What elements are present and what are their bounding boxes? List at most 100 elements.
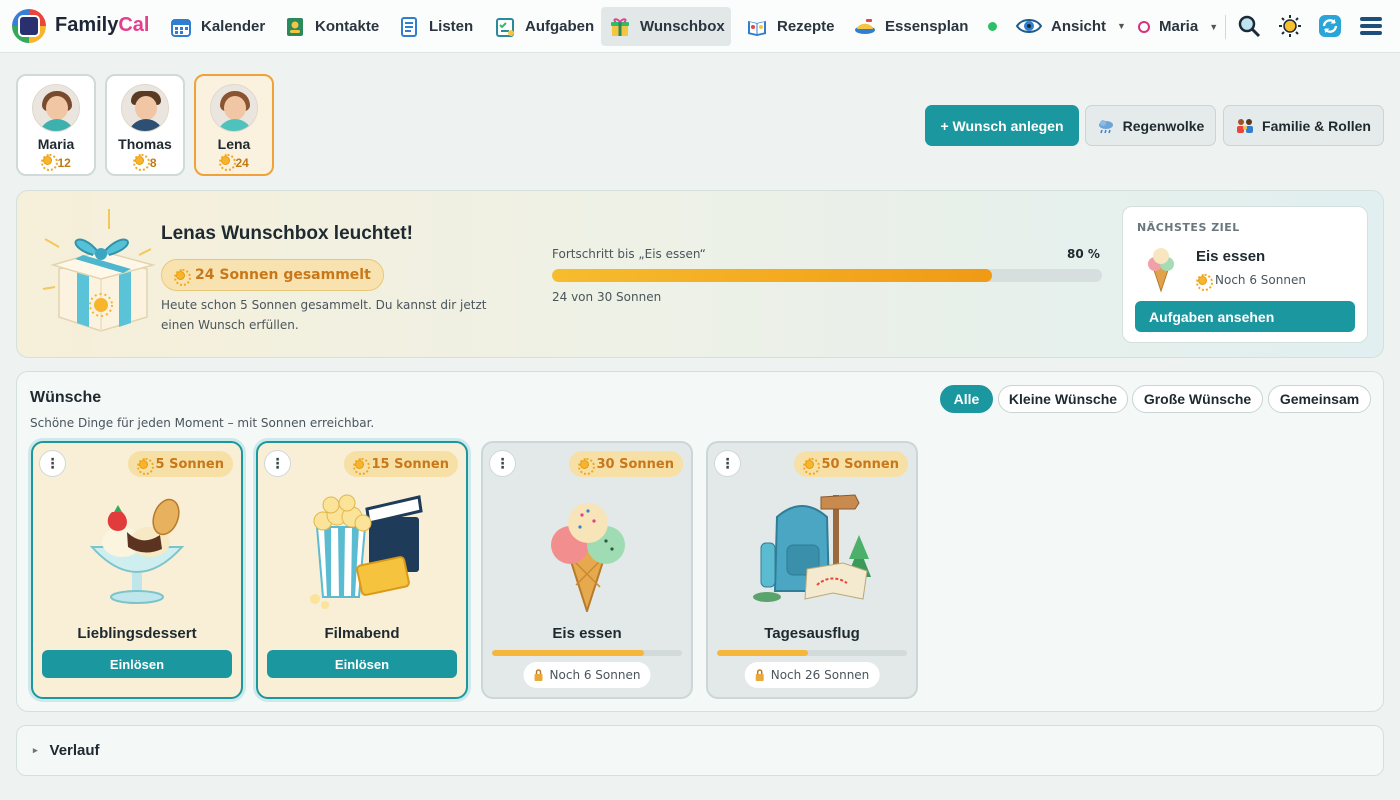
avatar bbox=[210, 84, 258, 132]
filter-chip-gemeinsam[interactable]: Gemeinsam bbox=[1268, 385, 1371, 413]
wish-title: Lieblingsdessert bbox=[77, 625, 197, 642]
sun-icon bbox=[577, 457, 595, 475]
progress-bar bbox=[552, 269, 1102, 282]
profile-card-maria[interactable]: Maria 12 bbox=[16, 74, 96, 176]
nav-item-kalender[interactable]: Kalender bbox=[162, 7, 273, 46]
card-menu-button[interactable]: ⋮ bbox=[264, 450, 291, 477]
sun-icon bbox=[219, 154, 237, 171]
user-dropdown[interactable]: Maria ▼ bbox=[1130, 7, 1226, 46]
nav-item-kontakte[interactable]: Kontakte bbox=[276, 7, 387, 46]
filter-chip-alle[interactable]: Alle bbox=[940, 385, 993, 413]
menu-button[interactable] bbox=[1358, 13, 1384, 39]
sun-icon bbox=[174, 268, 191, 286]
search-button[interactable] bbox=[1236, 13, 1262, 39]
sync-button[interactable] bbox=[1317, 13, 1343, 39]
profile-card-lena[interactable]: Lena 24 bbox=[194, 74, 274, 176]
tasks-icon bbox=[494, 16, 516, 38]
next-goal-name: Eis essen bbox=[1196, 248, 1266, 265]
wish-card-lieblingsdessert[interactable]: ⋮ 5 Sonnen Lieblingsdessert Einlösen bbox=[31, 441, 243, 699]
wish-title: Eis essen bbox=[552, 625, 622, 642]
sync-icon bbox=[1319, 15, 1341, 37]
wishes-title: Wünsche bbox=[30, 389, 102, 406]
sun-icon bbox=[133, 154, 151, 171]
card-menu-button[interactable]: ⋮ bbox=[489, 450, 516, 477]
profile-card-thomas[interactable]: Thomas 8 bbox=[105, 74, 185, 176]
more-vertical-icon: ⋮ bbox=[45, 455, 60, 472]
sundae-icon bbox=[72, 487, 202, 612]
profile-score: 24 bbox=[196, 154, 272, 171]
wish-card-filmabend[interactable]: ⋮ 15 Sonnen Filmabend Einlösen bbox=[256, 441, 468, 699]
theme-toggle-button[interactable] bbox=[1277, 13, 1303, 39]
backpack-icon bbox=[747, 487, 877, 612]
top-nav: FamilyCal Kalender Kontakte Listen Aufga… bbox=[0, 0, 1400, 53]
wish-cost-badge: 15 Sonnen bbox=[343, 451, 458, 477]
wish-card-eis-essen[interactable]: ⋮ 30 Sonnen Eis essen Noch 6 Sonnen bbox=[481, 441, 693, 699]
online-status-dot bbox=[988, 22, 997, 31]
view-dropdown[interactable]: Ansicht ▼ bbox=[1008, 6, 1134, 46]
rain-cloud-button[interactable]: Regenwolke bbox=[1085, 105, 1216, 146]
more-vertical-icon: ⋮ bbox=[720, 455, 735, 472]
profile-name: Lena bbox=[217, 136, 251, 152]
more-vertical-icon: ⋮ bbox=[495, 455, 510, 472]
family-roles-label: Familie & Rollen bbox=[1262, 117, 1371, 134]
search-icon bbox=[1238, 15, 1261, 38]
next-goal-heading: NÄCHSTES ZIEL bbox=[1137, 221, 1240, 234]
add-wish-button[interactable]: + Wunsch anlegen bbox=[925, 105, 1079, 146]
wishes-subtitle: Schöne Dinge für jeden Moment – mit Sonn… bbox=[30, 416, 375, 430]
filter-chip-grosse-wuensche[interactable]: Große Wünsche bbox=[1132, 385, 1263, 413]
nav-divider bbox=[1225, 15, 1226, 39]
redeem-button[interactable]: Einlösen bbox=[42, 650, 232, 678]
card-menu-button[interactable]: ⋮ bbox=[714, 450, 741, 477]
wish-card-tagesausflug[interactable]: ⋮ 50 Sonnen Tagesausflug Noch 26 Sonnen bbox=[706, 441, 918, 699]
next-goal-need: Noch 6 Sonnen bbox=[1196, 273, 1306, 291]
wish-progress-fill bbox=[717, 650, 809, 656]
nav-label: Essensplan bbox=[885, 18, 969, 35]
meal-plan-icon bbox=[854, 16, 876, 38]
sun-icon bbox=[136, 457, 154, 475]
chevron-down-icon: ▼ bbox=[1209, 21, 1219, 32]
filter-chip-kleine-wuensche[interactable]: Kleine Wünsche bbox=[998, 385, 1128, 413]
profile-name: Maria bbox=[37, 136, 75, 152]
lock-icon bbox=[534, 669, 543, 681]
family-icon bbox=[1237, 118, 1254, 133]
history-accordion[interactable]: ▸ Verlauf bbox=[16, 725, 1384, 776]
next-goal-card: NÄCHSTES ZIEL Eis essen Noch 6 Sonnen Au… bbox=[1122, 206, 1368, 343]
profile-score: 8 bbox=[107, 154, 183, 171]
nav-item-listen[interactable]: Listen bbox=[390, 7, 481, 46]
wish-cost-badge: 50 Sonnen bbox=[793, 451, 908, 477]
list-icon bbox=[398, 16, 420, 38]
nav-item-rezepte[interactable]: Rezepte bbox=[738, 7, 843, 46]
calendar-icon bbox=[170, 16, 192, 38]
nav-item-aufgaben[interactable]: Aufgaben bbox=[486, 7, 602, 46]
wish-need-badge: Noch 26 Sonnen bbox=[744, 662, 880, 688]
nav-item-essensplan[interactable]: Essensplan bbox=[846, 7, 976, 46]
avatar bbox=[121, 84, 169, 132]
card-menu-button[interactable]: ⋮ bbox=[39, 450, 66, 477]
sun-icon bbox=[1196, 273, 1213, 291]
lock-icon bbox=[755, 669, 764, 681]
chevron-down-icon: ▼ bbox=[1117, 21, 1126, 31]
wish-title: Tagesausflug bbox=[764, 625, 860, 642]
rain-cloud-label: Regenwolke bbox=[1122, 117, 1205, 134]
wish-progress-fill bbox=[492, 650, 644, 656]
ice-cream-icon bbox=[1143, 245, 1179, 293]
eye-icon bbox=[1015, 15, 1043, 37]
gift-icon bbox=[609, 16, 631, 38]
redeem-button[interactable]: Einlösen bbox=[267, 650, 457, 678]
sun-icon bbox=[41, 154, 59, 171]
wish-cost-badge: 5 Sonnen bbox=[127, 451, 233, 477]
banner-text: Heute schon 5 Sonnen gesammelt. Du kanns… bbox=[161, 298, 487, 332]
wish-need-badge: Noch 6 Sonnen bbox=[523, 662, 651, 688]
progress-label: Fortschritt bis „Eis essen“ bbox=[552, 247, 706, 261]
avatar bbox=[32, 84, 80, 132]
family-roles-button[interactable]: Familie & Rollen bbox=[1223, 105, 1384, 146]
nav-label: Kalender bbox=[201, 18, 266, 35]
progress-bar-fill bbox=[552, 269, 992, 282]
nav-label: Aufgaben bbox=[525, 18, 595, 35]
nav-label: Wunschbox bbox=[640, 18, 725, 35]
chevron-right-icon: ▸ bbox=[33, 745, 38, 755]
ice-cream-icon bbox=[522, 487, 652, 615]
nav-item-wunschbox[interactable]: Wunschbox bbox=[601, 7, 731, 46]
view-tasks-button[interactable]: Aufgaben ansehen bbox=[1135, 301, 1355, 332]
profile-score: 12 bbox=[18, 154, 94, 171]
